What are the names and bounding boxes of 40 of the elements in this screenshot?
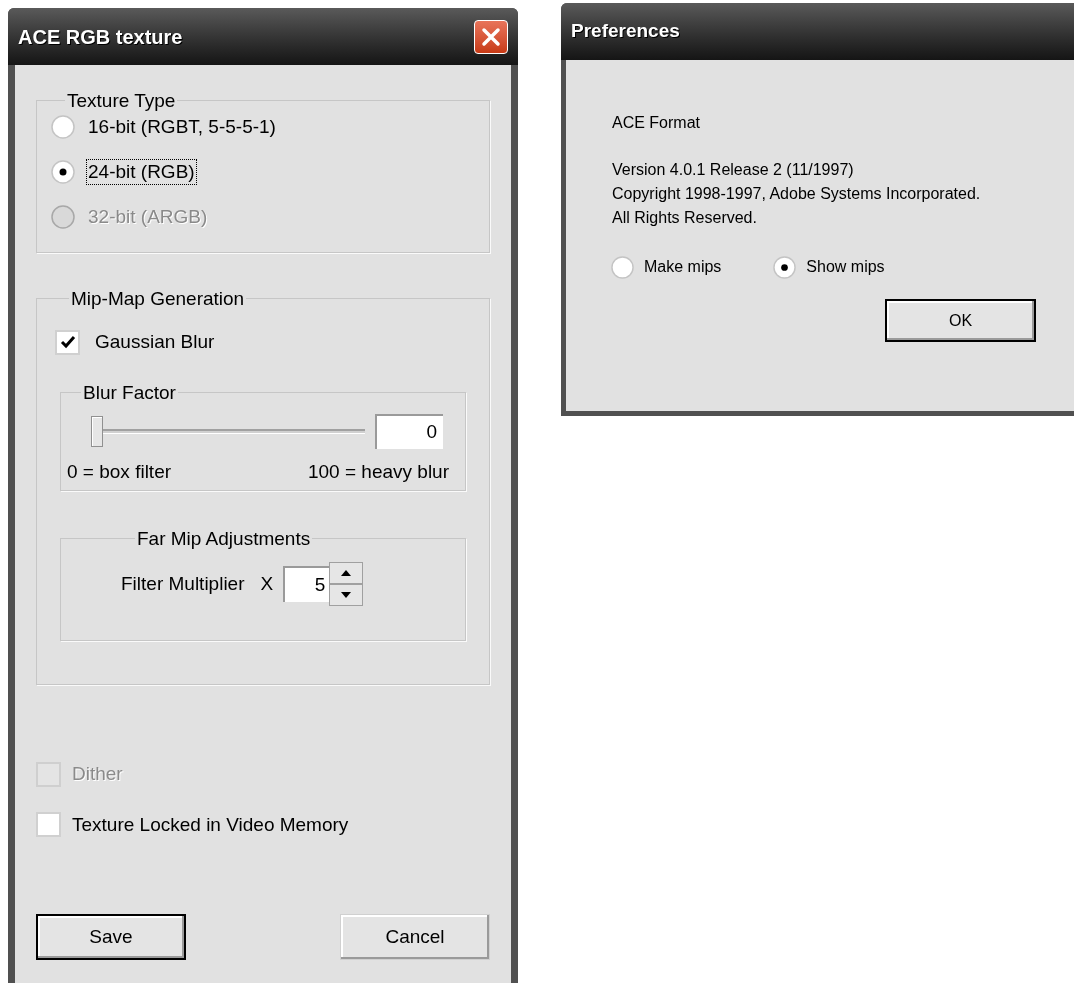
radio-label: 16-bit (RGBT, 5-5-5-1) — [87, 115, 277, 139]
spin-field[interactable]: 5 — [283, 566, 330, 602]
radio-label: Make mips — [644, 257, 722, 277]
checkbox-label: Texture Locked in Video Memory — [72, 812, 349, 837]
up-arrow-icon — [341, 570, 352, 576]
radio-button[interactable] — [611, 255, 634, 279]
ok-button[interactable]: OK — [885, 299, 1036, 342]
dialog-button[interactable]: Cancel — [340, 914, 490, 960]
radio-button[interactable] — [51, 115, 75, 139]
window-title: ACE RGB texture — [18, 24, 183, 50]
group-label: Far Mip Adjustments — [136, 529, 312, 548]
dialog-button[interactable]: Save — [36, 914, 186, 960]
window-title: Preferences — [571, 19, 680, 44]
checkbox-label: Gaussian Blur — [95, 330, 215, 354]
spin-down-button[interactable] — [329, 584, 364, 606]
times-label: X — [260, 571, 274, 596]
about-text: Copyright 1998-1997, Adobe Systems Incorporated. — [612, 184, 982, 204]
min-label: 0 = box filter — [67, 459, 172, 484]
radio-label: 24-bit (RGB) — [86, 159, 197, 185]
slider-thumb[interactable] — [91, 415, 103, 447]
group-label: Mip-Map Generation — [70, 289, 246, 308]
multiplier-label: Filter Multiplier — [121, 571, 245, 596]
format-name: ACE Format — [612, 113, 701, 133]
group-label: Texture Type — [66, 91, 177, 110]
group-label: Blur Factor — [82, 382, 177, 402]
checkbox-label: Dither — [72, 762, 123, 786]
checkbox[interactable] — [55, 329, 80, 355]
about-text: Version 4.0.1 Release 2 (11/1997) — [612, 160, 855, 180]
radio-label: Show mips — [806, 257, 885, 277]
radio-button[interactable] — [51, 160, 75, 184]
down-arrow-icon — [341, 592, 352, 598]
radio-button[interactable] — [773, 255, 797, 279]
checkbox[interactable] — [36, 812, 61, 838]
max-label: 100 = heavy blur — [308, 459, 450, 484]
value-field[interactable]: 0 — [375, 413, 443, 449]
radio-label: 32-bit (ARGB) — [87, 205, 209, 229]
about-text: All Rights Reserved. — [612, 208, 758, 228]
close-button[interactable] — [474, 19, 508, 54]
close-icon — [481, 26, 501, 47]
spin-up-button[interactable] — [329, 562, 364, 584]
